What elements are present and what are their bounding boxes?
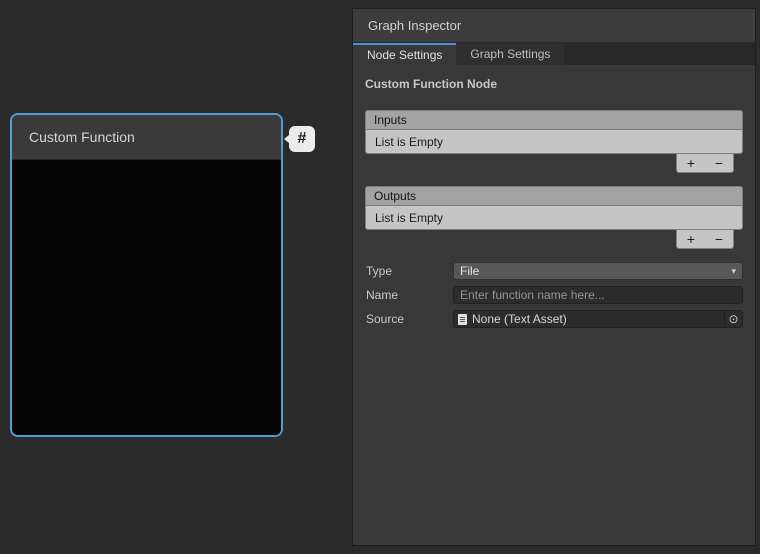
type-label: Type [365, 264, 453, 278]
panel-header[interactable]: Graph Inspector [353, 9, 755, 43]
custom-function-node[interactable]: Custom Function [10, 113, 283, 437]
inputs-remove-button[interactable]: − [708, 155, 730, 172]
hash-badge-label: # [298, 130, 307, 148]
chevron-down-icon: ▾ [731, 266, 736, 277]
panel-title: Graph Inspector [368, 18, 461, 33]
outputs-empty-row: List is Empty [365, 205, 743, 230]
node-settings-form: Type File ▾ Name Source None (Text Asset… [365, 262, 743, 328]
type-dropdown[interactable]: File ▾ [453, 262, 743, 280]
source-object-value: None (Text Asset) [472, 312, 567, 326]
outputs-remove-button[interactable]: − [708, 231, 730, 248]
type-row: Type File ▾ [365, 262, 743, 280]
tab-node-settings[interactable]: Node Settings [353, 43, 456, 65]
name-label: Name [365, 288, 453, 302]
tab-graph-settings[interactable]: Graph Settings [456, 43, 564, 65]
inputs-list: Inputs List is Empty + − [365, 110, 743, 173]
object-picker-icon[interactable]: ⊙ [724, 311, 742, 327]
inspector-content: Custom Function Node Inputs List is Empt… [353, 65, 755, 328]
node-title: Custom Function [12, 115, 281, 160]
name-row: Name [365, 286, 743, 304]
inputs-list-header: Inputs [365, 110, 743, 129]
outputs-add-button[interactable]: + [680, 231, 702, 248]
outputs-list-footer: + − [365, 230, 743, 249]
outputs-list-toolbar: + − [676, 230, 734, 249]
graph-inspector-panel: Graph Inspector Node Settings Graph Sett… [352, 8, 756, 546]
outputs-list: Outputs List is Empty + − [365, 186, 743, 249]
outputs-list-header: Outputs [365, 186, 743, 205]
inputs-list-toolbar: + − [676, 154, 734, 173]
inputs-empty-row: List is Empty [365, 129, 743, 154]
inputs-add-button[interactable]: + [680, 155, 702, 172]
text-asset-icon [458, 314, 467, 325]
graph-canvas[interactable]: Custom Function # [0, 0, 352, 554]
inputs-list-footer: + − [365, 154, 743, 173]
type-dropdown-value: File [460, 264, 479, 278]
tab-bar: Node Settings Graph Settings [353, 43, 755, 65]
source-object-field[interactable]: None (Text Asset) ⊙ [453, 310, 743, 328]
function-name-input[interactable] [453, 286, 743, 304]
source-label: Source [365, 312, 453, 326]
section-title: Custom Function Node [365, 77, 743, 91]
source-row: Source None (Text Asset) ⊙ [365, 310, 743, 328]
hash-badge: # [289, 126, 315, 152]
node-body [12, 160, 281, 437]
